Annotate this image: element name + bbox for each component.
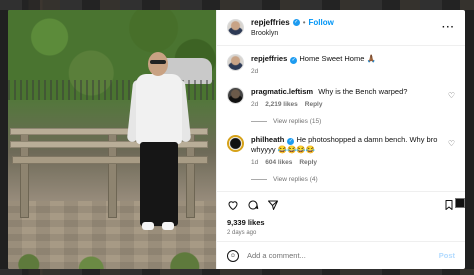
- post-comment-button[interactable]: Post: [439, 251, 455, 260]
- comment-username[interactable]: pragmatic.leftism: [251, 87, 313, 96]
- post-header-top: repjeffries ✓ • Follow: [251, 17, 334, 28]
- scroll-marker: [455, 198, 465, 208]
- reply-button[interactable]: Reply: [299, 158, 317, 168]
- backdrop-strip-top: [0, 0, 474, 10]
- replies-divider-line: [251, 179, 267, 180]
- comment-likes[interactable]: 2,219 likes: [265, 100, 298, 110]
- action-icons: [227, 198, 455, 212]
- person-shoe: [142, 222, 154, 230]
- person-pants: [140, 142, 178, 226]
- person-head: [148, 52, 168, 76]
- photo-person: [126, 52, 192, 242]
- replies-divider-line: [251, 121, 267, 122]
- comment-meta: 1d 604 likes Reply: [251, 158, 455, 168]
- add-comment-bar: ☺ Post: [217, 241, 465, 269]
- comment-username[interactable]: philheath: [251, 135, 284, 144]
- reply-button[interactable]: Reply: [305, 100, 323, 110]
- verified-badge-icon: ✓: [290, 57, 298, 64]
- comment-like-heart-icon[interactable]: ♡: [448, 91, 455, 100]
- author-username[interactable]: repjeffries: [251, 17, 290, 28]
- post-photo[interactable]: [8, 10, 216, 269]
- post-header-text: repjeffries ✓ • Follow Brooklyn: [251, 17, 334, 39]
- comment-meta: 2d 2,219 likes Reply: [251, 100, 455, 110]
- backdrop-strip-bottom: [0, 269, 474, 275]
- separator-dot: •: [302, 17, 306, 27]
- view-replies-label: View replies (4): [273, 176, 318, 183]
- share-icon[interactable]: [267, 199, 279, 211]
- follow-button[interactable]: Follow: [309, 17, 334, 28]
- view-replies-link[interactable]: View replies (15): [251, 118, 455, 125]
- comment-username[interactable]: repjeffries: [251, 54, 287, 63]
- emoji-icon[interactable]: ☺: [227, 249, 239, 262]
- photo-grass: [8, 247, 216, 269]
- caption-row: repjeffries ✓ Home Sweet Home 🙏🏾 2d: [227, 54, 455, 77]
- post-actions: 9,339 likes 2 days ago: [217, 191, 465, 241]
- commenter-avatar[interactable]: [227, 135, 244, 152]
- bookmark-icon[interactable]: [443, 199, 455, 211]
- comment-like-heart-icon[interactable]: ♡: [448, 139, 455, 148]
- person-shoe: [162, 222, 174, 230]
- comment-row: philheath ✓ He photoshopped a damn bench.…: [227, 135, 455, 168]
- view-replies-link[interactable]: View replies (4): [251, 176, 455, 183]
- comment-body: repjeffries ✓ Home Sweet Home 🙏🏾 2d: [251, 54, 455, 77]
- comment-body: philheath ✓ He photoshopped a damn bench.…: [251, 135, 455, 168]
- comment-time[interactable]: 2d: [251, 67, 258, 77]
- comment-meta: 2d: [251, 67, 455, 77]
- commenter-avatar[interactable]: [227, 87, 244, 104]
- view-replies-label: View replies (15): [273, 118, 322, 125]
- more-options-icon[interactable]: ···: [442, 22, 455, 33]
- verified-badge-icon: ✓: [292, 18, 300, 26]
- comments-list[interactable]: repjeffries ✓ Home Sweet Home 🙏🏾 2d pragm…: [217, 46, 465, 191]
- comment-text: Home Sweet Home 🙏🏾: [299, 54, 376, 63]
- person-shirt: [136, 74, 182, 144]
- post-side-panel: repjeffries ✓ • Follow Brooklyn ··· repj…: [216, 10, 465, 269]
- post-modal: repjeffries ✓ • Follow Brooklyn ··· repj…: [8, 10, 465, 269]
- post-header: repjeffries ✓ • Follow Brooklyn ···: [217, 10, 465, 46]
- post-date: 2 days ago: [227, 230, 257, 236]
- comment-likes[interactable]: 604 likes: [265, 158, 292, 168]
- comment-time[interactable]: 1d: [251, 158, 258, 168]
- comment-icon[interactable]: [247, 199, 259, 211]
- like-count[interactable]: 9,339 likes: [227, 218, 455, 227]
- author-avatar[interactable]: [227, 19, 244, 36]
- commenter-avatar[interactable]: [227, 54, 244, 71]
- comment-input[interactable]: [247, 251, 431, 260]
- comment-text: Why is the Bench warped?: [318, 87, 408, 96]
- person-sunglasses: [150, 60, 166, 64]
- post-location[interactable]: Brooklyn: [251, 28, 334, 39]
- comment-row: pragmatic.leftism Why is the Bench warpe…: [227, 87, 455, 110]
- heart-icon[interactable]: [227, 199, 239, 211]
- comment-body: pragmatic.leftism Why is the Bench warpe…: [251, 87, 455, 110]
- verified-badge-icon: ✓: [287, 138, 295, 145]
- comment-time[interactable]: 2d: [251, 100, 258, 110]
